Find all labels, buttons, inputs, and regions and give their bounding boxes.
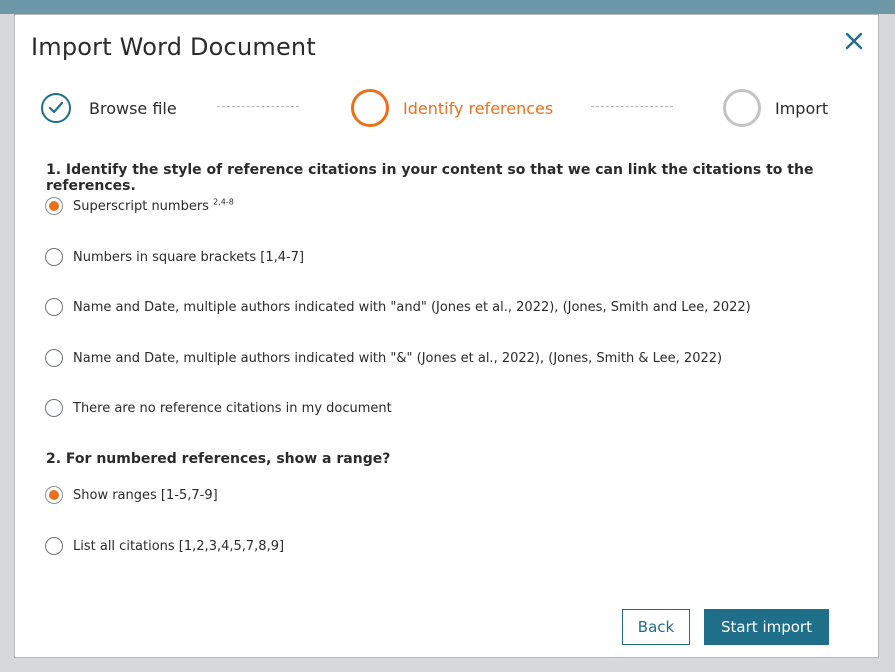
radio-button[interactable]	[45, 197, 63, 215]
close-button[interactable]	[841, 28, 867, 54]
step-active-icon	[351, 89, 389, 127]
option-superscript-numbers[interactable]: Superscript numbers 2,4-8	[45, 197, 234, 215]
option-label: Superscript numbers 2,4-8	[73, 197, 234, 214]
option-label: There are no reference citations in my d…	[73, 400, 392, 416]
radio-button[interactable]	[45, 298, 63, 316]
back-button[interactable]: Back	[622, 609, 690, 645]
radio-selected-dot	[49, 490, 59, 500]
option-label: Name and Date, multiple authors indicate…	[73, 299, 751, 315]
option-name-date-and[interactable]: Name and Date, multiple authors indicate…	[45, 298, 751, 316]
option-no-citations[interactable]: There are no reference citations in my d…	[45, 399, 392, 417]
radio-button[interactable]	[45, 486, 63, 504]
superscript-sample: 2,4-8	[213, 197, 234, 207]
stepper: Browse file Identify references Import	[15, 87, 880, 131]
option-label: Show ranges [1-5,7-9]	[73, 487, 218, 503]
radio-button[interactable]	[45, 349, 63, 367]
radio-button[interactable]	[45, 537, 63, 555]
question-citation-style: 1. Identify the style of reference citat…	[46, 162, 814, 194]
option-list-all-citations[interactable]: List all citations [1,2,3,4,5,7,8,9]	[45, 537, 284, 555]
option-label-text: Superscript numbers	[73, 198, 209, 214]
option-label: Numbers in square brackets [1,4-7]	[73, 249, 305, 265]
step-connector	[591, 106, 673, 107]
step-connector	[217, 106, 299, 107]
backdrop-header	[0, 0, 895, 14]
step-label: Identify references	[403, 98, 554, 118]
option-square-brackets[interactable]: Numbers in square brackets [1,4-7]	[45, 248, 304, 266]
radio-selected-dot	[49, 201, 59, 211]
radio-button[interactable]	[45, 248, 63, 266]
dialog-title: Import Word Document	[31, 33, 316, 61]
step-identify-references: Identify references	[351, 89, 553, 127]
step-label: Import	[775, 98, 829, 118]
step-label: Browse file	[89, 98, 177, 118]
radio-button[interactable]	[45, 399, 63, 417]
option-label: List all citations [1,2,3,4,5,7,8,9]	[73, 538, 285, 554]
step-complete-icon	[41, 93, 71, 123]
option-label: Name and Date, multiple authors indicate…	[73, 350, 723, 366]
option-name-date-ampersand[interactable]: Name and Date, multiple authors indicate…	[45, 349, 722, 367]
step-import: Import	[723, 89, 828, 127]
step-browse-file: Browse file	[41, 93, 177, 123]
question-show-range: 2. For numbered references, show a range…	[46, 451, 391, 467]
step-pending-icon	[723, 89, 761, 127]
import-dialog: Import Word Document Browse file Identif…	[14, 14, 879, 658]
start-import-button[interactable]: Start import	[704, 609, 829, 645]
checkmark-icon	[48, 101, 64, 114]
option-show-ranges[interactable]: Show ranges [1-5,7-9]	[45, 486, 218, 504]
close-icon	[845, 32, 863, 50]
